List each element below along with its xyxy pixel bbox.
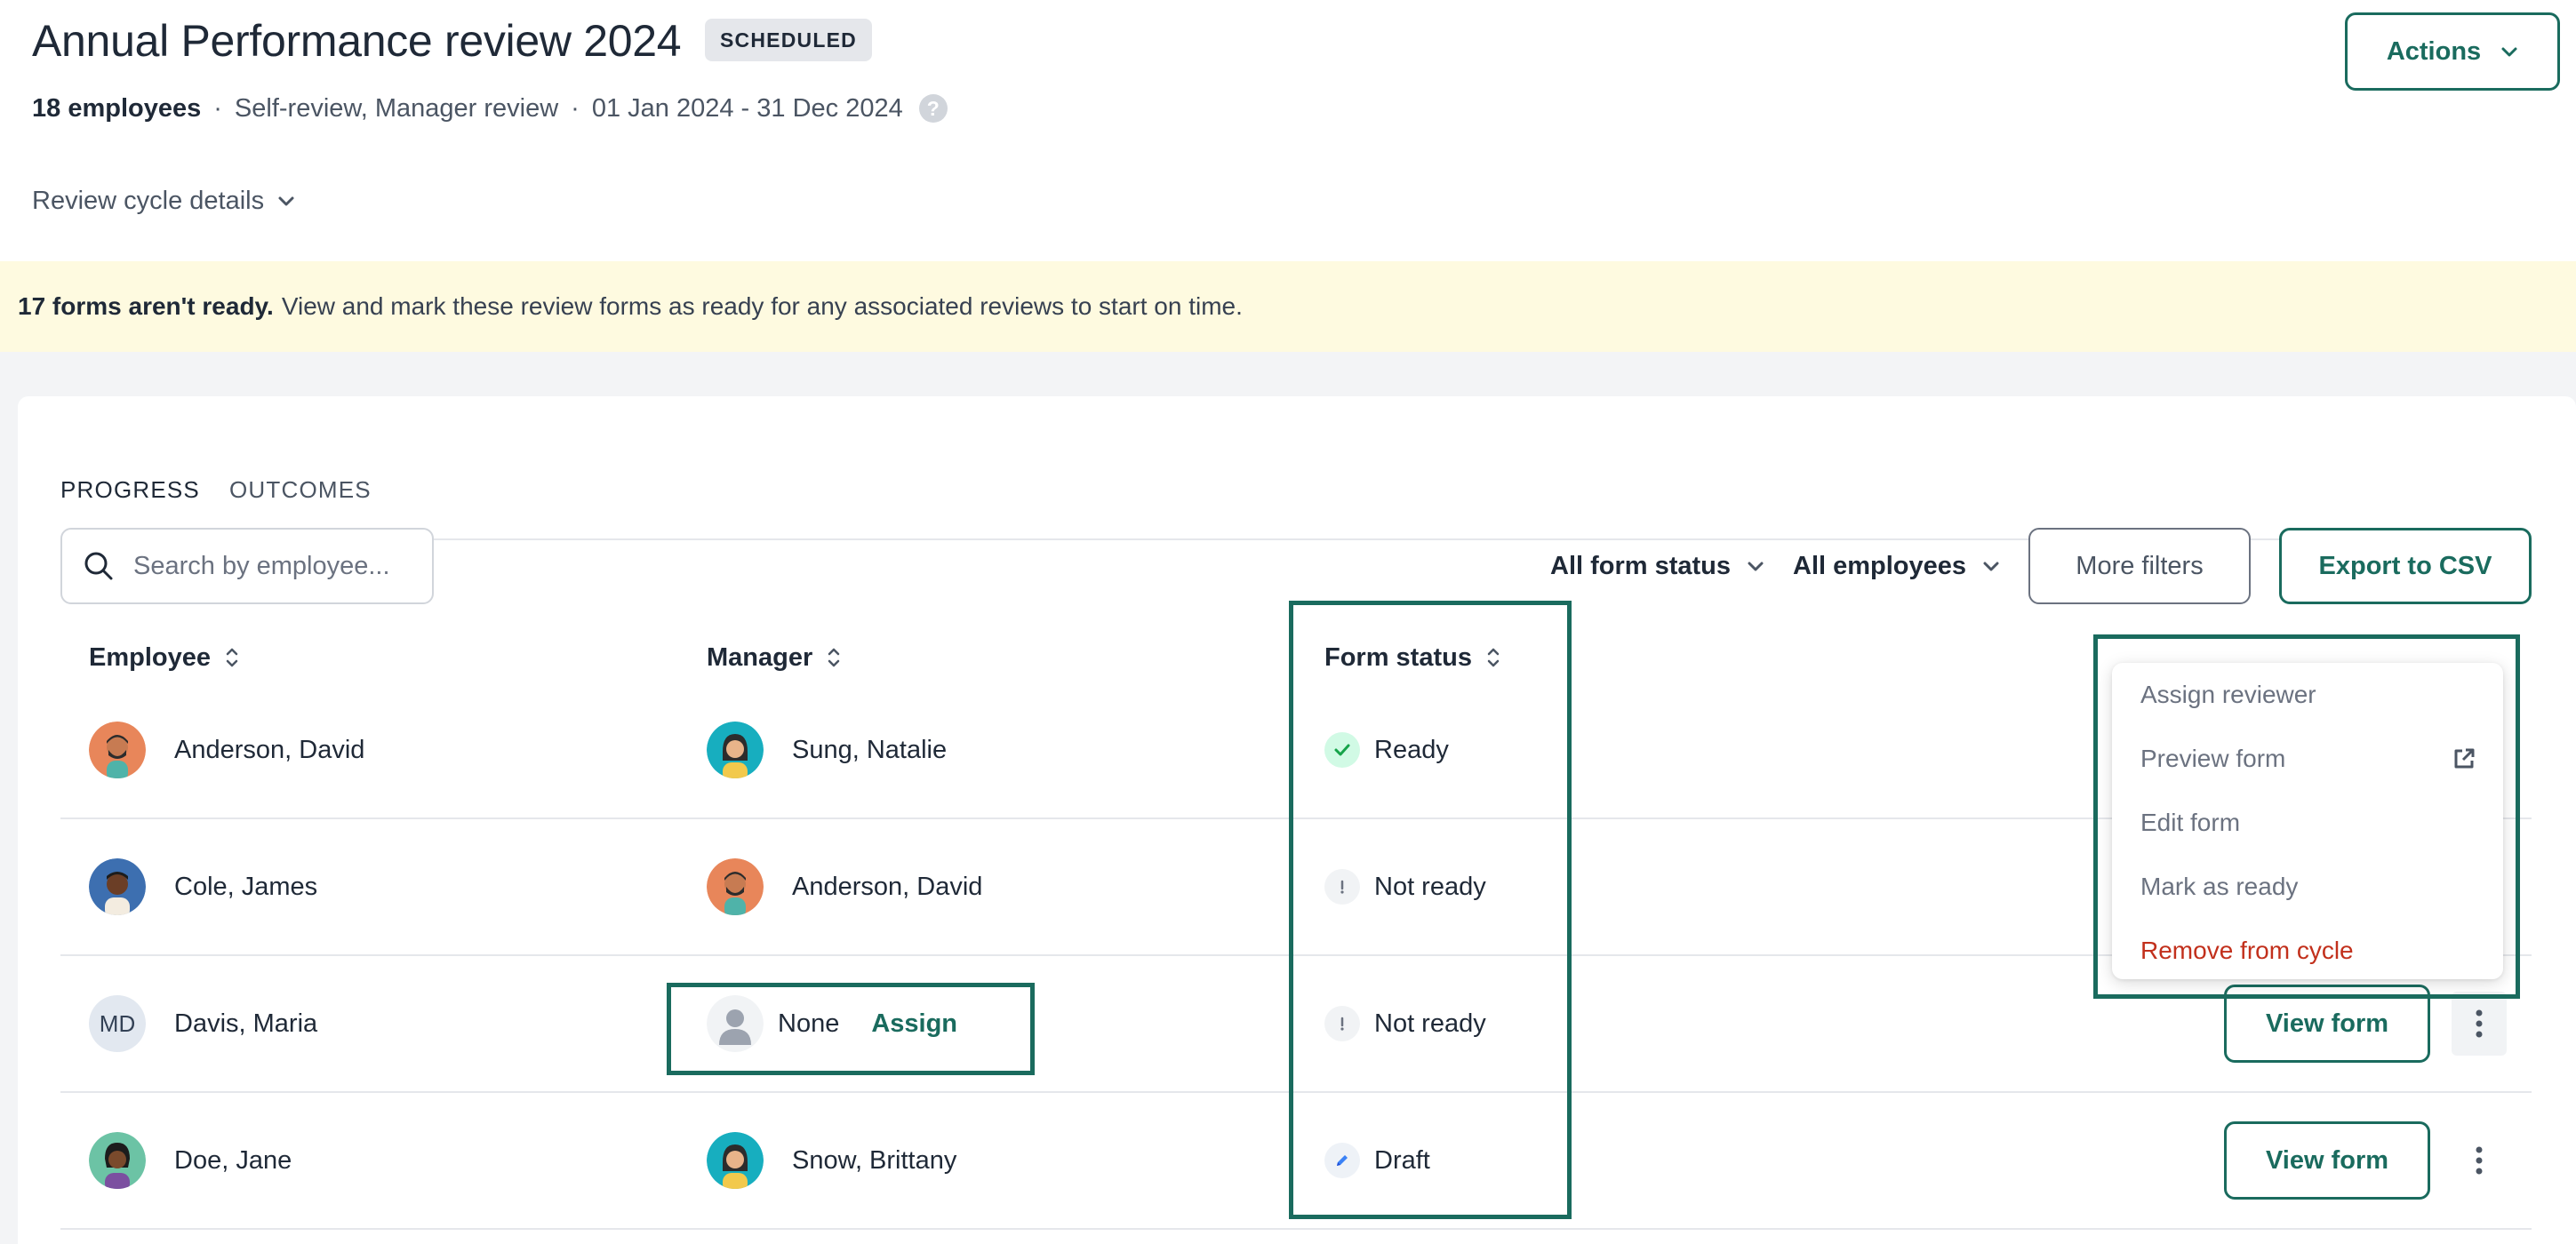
more-options-button[interactable]: [2452, 1128, 2507, 1192]
manager-name: Snow, Brittany: [792, 1145, 957, 1175]
row-context-menu: Assign reviewer Preview form Edit form M…: [2112, 663, 2503, 979]
column-employee[interactable]: Employee: [89, 638, 239, 677]
exclamation-icon: [1324, 869, 1360, 905]
cycle-meta: 18 employees · Self-review, Manager revi…: [32, 89, 948, 128]
chevron-down-icon: [1983, 562, 1999, 571]
menu-item-assign-reviewer[interactable]: Assign reviewer: [2112, 663, 2503, 727]
forms-not-ready-banner: 17 forms aren't ready. View and mark the…: [0, 261, 2576, 352]
column-label: Form status: [1324, 642, 1472, 672]
placeholder-avatar: [707, 995, 764, 1052]
meta-separator: ·: [213, 93, 222, 123]
review-card: PROGRESS OUTCOMES All form status All em…: [18, 396, 2576, 1244]
menu-item-edit-form[interactable]: Edit form: [2112, 791, 2503, 855]
more-filters-button[interactable]: More filters: [2028, 528, 2251, 604]
employee-name: Anderson, David: [174, 735, 365, 764]
banner-text: View and mark these review forms as read…: [281, 292, 1243, 320]
avatar-orange-man: [707, 858, 764, 915]
employee-name: Doe, Jane: [174, 1145, 292, 1175]
manager-cell: Snow, Brittany: [707, 1093, 956, 1228]
employee-cell: MD Davis, Maria: [89, 956, 317, 1091]
pencil-icon: [1324, 1143, 1360, 1178]
kebab-icon: [2476, 1009, 2483, 1038]
page-title: Annual Performance review 2024: [32, 16, 682, 66]
column-form-status[interactable]: Form status: [1324, 638, 1500, 677]
form-status-filter[interactable]: All form status: [1550, 528, 1764, 604]
form-status-cell: Draft: [1324, 1093, 1430, 1228]
actions-button[interactable]: Actions: [2345, 12, 2560, 91]
form-status-filter-label: All form status: [1550, 551, 1732, 580]
employee-count: 18 employees: [32, 93, 202, 123]
review-types: Self-review, Manager review: [234, 93, 559, 123]
column-manager[interactable]: Manager: [707, 638, 841, 677]
avatar-blue-man: [89, 858, 146, 915]
actions-label: Actions: [2386, 36, 2482, 66]
menu-item-preview-form[interactable]: Preview form: [2112, 727, 2503, 791]
menu-item-remove-from-cycle[interactable]: Remove from cycle: [2112, 919, 2503, 983]
search-icon: [84, 552, 113, 580]
menu-item-label: Preview form: [2140, 745, 2286, 772]
tab-bar: PROGRESS OUTCOMES: [60, 439, 2532, 542]
search-box[interactable]: [60, 528, 434, 604]
employee-cell: Cole, James: [89, 819, 317, 954]
sort-icon: [1487, 648, 1500, 667]
check-icon: [1324, 732, 1360, 768]
date-range: 01 Jan 2024 - 31 Dec 2024: [591, 93, 903, 123]
status-label: Not ready: [1374, 1009, 1486, 1038]
menu-item-mark-as-ready[interactable]: Mark as ready: [2112, 855, 2503, 919]
export-csv-button[interactable]: Export to CSV: [2279, 528, 2532, 604]
view-form-button[interactable]: View form: [2224, 985, 2430, 1063]
banner-bold: 17 forms aren't ready.: [18, 292, 274, 320]
search-input[interactable]: [133, 551, 400, 581]
cycle-details-label: Review cycle details: [32, 186, 265, 215]
kebab-icon: [2476, 1146, 2483, 1175]
form-status-cell: Not ready: [1324, 956, 1486, 1091]
employees-filter[interactable]: All employees: [1793, 528, 2000, 604]
meta-separator: ·: [571, 93, 580, 123]
help-icon[interactable]: ?: [918, 94, 948, 123]
manager-cell: Sung, Natalie: [707, 682, 947, 817]
status-badge: SCHEDULED: [705, 19, 872, 61]
external-link-icon: [2454, 748, 2475, 769]
avatar-green-woman: [89, 1132, 146, 1189]
tab-outcomes[interactable]: OUTCOMES: [229, 439, 372, 540]
chevron-down-icon: [2501, 47, 2517, 57]
sort-icon: [828, 648, 840, 667]
manager-name: Sung, Natalie: [792, 735, 948, 764]
column-label: Employee: [89, 642, 211, 672]
manager-cell: None Assign: [707, 956, 957, 1091]
column-label: Manager: [707, 642, 813, 672]
employees-filter-label: All employees: [1793, 551, 1967, 580]
initials-avatar: MD: [89, 995, 146, 1052]
view-form-button[interactable]: View form: [2224, 1121, 2430, 1200]
employee-name: Cole, James: [174, 872, 318, 901]
assign-manager-link[interactable]: Assign: [871, 1009, 957, 1039]
manager-name: None: [778, 1009, 840, 1038]
employee-cell: Anderson, David: [89, 682, 364, 817]
manager-name: Anderson, David: [792, 872, 983, 901]
status-label: Not ready: [1374, 872, 1486, 901]
avatar-teal-woman: [707, 722, 764, 778]
manager-cell: Anderson, David: [707, 819, 982, 954]
status-label: Draft: [1374, 1145, 1430, 1175]
employee-name: Davis, Maria: [174, 1009, 318, 1038]
tab-progress[interactable]: PROGRESS: [60, 439, 200, 542]
page-header: Annual Performance review 2024 SCHEDULED…: [0, 0, 2576, 261]
review-cycle-details-toggle[interactable]: Review cycle details: [32, 179, 296, 222]
exclamation-icon: [1324, 1006, 1360, 1041]
avatar-teal-woman: [707, 1132, 764, 1189]
avatar-orange-man: [89, 722, 146, 778]
form-status-cell: Not ready: [1324, 819, 1486, 954]
sort-icon: [226, 648, 238, 667]
chevron-down-icon: [278, 196, 294, 206]
table-row: Doe, Jane Snow, Brittany Draft View form: [60, 1093, 2532, 1230]
status-label: Ready: [1374, 735, 1449, 764]
form-status-cell: Ready: [1324, 682, 1449, 817]
chevron-down-icon: [1748, 562, 1764, 571]
more-options-button[interactable]: [2452, 992, 2507, 1056]
employee-cell: Doe, Jane: [89, 1093, 292, 1228]
